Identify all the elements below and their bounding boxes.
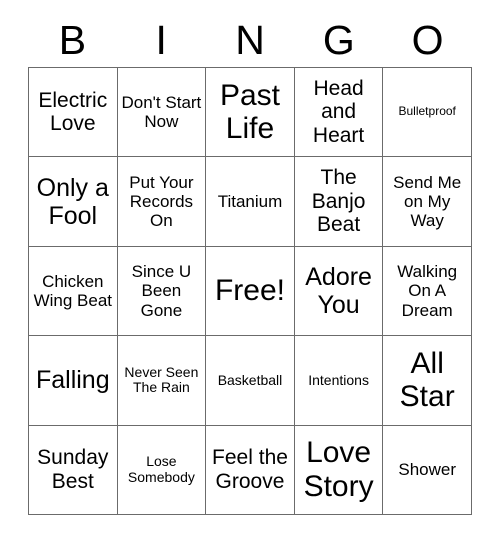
bingo-cell-r3c5[interactable]: Walking On A Dream (383, 246, 472, 337)
bingo-cell-r4c3[interactable]: Basketball (206, 336, 295, 426)
bingo-header-letter-n: N (235, 17, 265, 63)
bingo-cell-r5c5[interactable]: Shower (383, 425, 472, 515)
bingo-cell-label: Past Life (219, 78, 280, 146)
bingo-cell-r5c4[interactable]: Love Story (294, 425, 384, 515)
bingo-cell-label: The Banjo Beat (311, 166, 366, 237)
bingo-cell-r5c2[interactable]: Lose Somebody (117, 425, 207, 515)
bingo-cell-r3c4[interactable]: Adore You (294, 246, 384, 337)
bingo-cell-r4c4[interactable]: Intentions (294, 336, 384, 426)
bingo-cell-r4c2[interactable]: Never Seen The Rain (117, 336, 207, 426)
bingo-header-row: B I N G O (28, 14, 472, 67)
bingo-cell-r3c1[interactable]: Chicken Wing Beat (29, 246, 118, 337)
bingo-cell-label: Feel the Groove (212, 446, 288, 493)
bingo-header-letter-g: G (322, 17, 355, 63)
bingo-cell-label: Love Story (303, 436, 374, 503)
bingo-cell-r3c2[interactable]: Since U Been Gone (117, 246, 207, 337)
bingo-cell-r1c5[interactable]: Bulletproof (383, 68, 472, 158)
bingo-cell-r4c1[interactable]: Falling (29, 336, 118, 426)
bingo-cell-r3c3-free[interactable]: Free! (206, 246, 295, 337)
bingo-grid: Electric Love Don't Start Now Past Life … (28, 67, 472, 515)
bingo-cell-label: Lose Somebody (127, 453, 195, 485)
bingo-cell-label: Don't Start Now (121, 93, 202, 132)
bingo-cell-r5c1[interactable]: Sunday Best (29, 425, 118, 515)
bingo-cell-label: Shower (398, 460, 456, 480)
bingo-cell-label: Only a Fool (36, 173, 109, 230)
bingo-cell-r1c4[interactable]: Head and Heart (294, 68, 384, 158)
bingo-cell-r2c4[interactable]: The Banjo Beat (294, 157, 384, 247)
bingo-cell-r1c2[interactable]: Don't Start Now (117, 68, 207, 158)
bingo-cell-label: Adore You (305, 262, 372, 319)
bingo-cell-label: Put Your Records On (129, 173, 194, 231)
bingo-cell-r1c1[interactable]: Electric Love (29, 68, 118, 158)
bingo-cell-label: Basketball (217, 371, 283, 388)
bingo-cell-label: Falling (35, 366, 110, 395)
bingo-cell-r2c2[interactable]: Put Your Records On (117, 157, 207, 247)
bingo-header-letter-i: I (155, 17, 167, 63)
bingo-cell-r1c3[interactable]: Past Life (206, 68, 295, 158)
bingo-cell-r2c3[interactable]: Titanium (206, 157, 295, 247)
bingo-cell-label: Head and Heart (312, 76, 365, 147)
bingo-cell-label: Chicken Wing Beat (33, 271, 113, 310)
bingo-cell-label: Send Me on My Way (393, 173, 462, 231)
bingo-cell-r2c5[interactable]: Send Me on My Way (383, 157, 472, 247)
bingo-cell-label: Titanium (217, 192, 283, 212)
bingo-cell-label: Intentions (308, 371, 369, 388)
bingo-cell-label: Bulletproof (398, 104, 456, 119)
bingo-cell-r2c1[interactable]: Only a Fool (29, 157, 118, 247)
bingo-card: B I N G O Electric Love Don't Start Now … (0, 0, 500, 544)
bingo-cell-label: Never Seen The Rain (124, 363, 199, 396)
bingo-cell-label: Electric Love (38, 88, 108, 136)
bingo-cell-label: Free! (214, 274, 285, 308)
bingo-header-letter-o: O (411, 17, 444, 63)
bingo-cell-label: All Star (399, 346, 455, 414)
bingo-cell-label: Walking On A Dream (397, 262, 458, 320)
bingo-header-letter-b: B (58, 17, 87, 63)
bingo-cell-label: Sunday Best (37, 446, 109, 493)
bingo-cell-r4c5[interactable]: All Star (383, 336, 472, 426)
bingo-cell-r5c3[interactable]: Feel the Groove (206, 425, 295, 515)
bingo-cell-label: Since U Been Gone (131, 262, 192, 320)
